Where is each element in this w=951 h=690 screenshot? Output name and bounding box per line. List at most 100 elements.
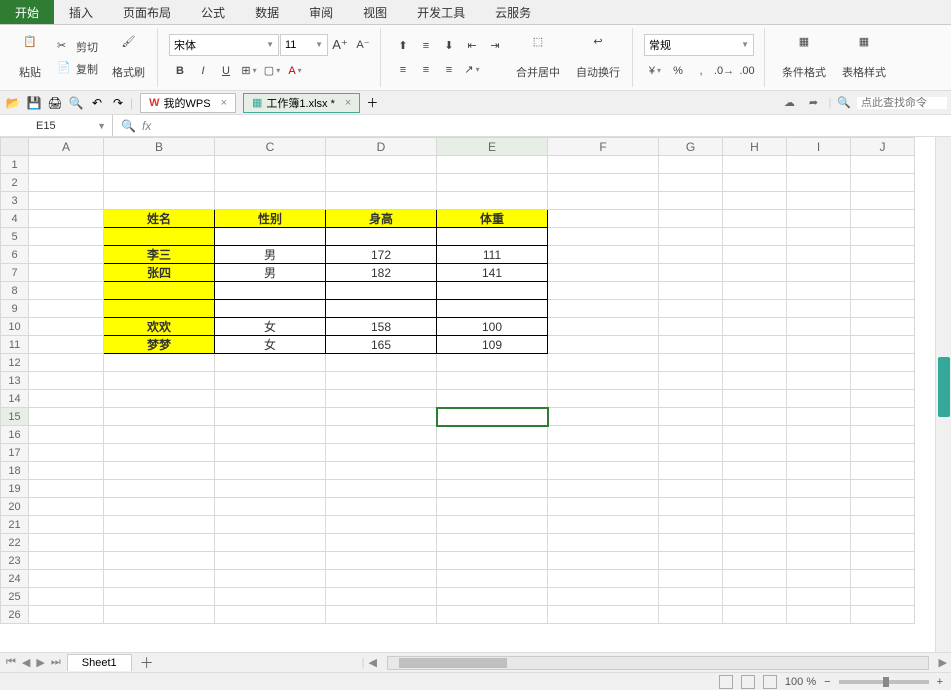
view-page-icon[interactable] [741,675,755,689]
tab-cloud[interactable]: 云服务 [480,0,546,24]
cell-A13[interactable] [29,372,104,390]
cell-H10[interactable] [723,318,787,336]
cell-A20[interactable] [29,498,104,516]
open-icon[interactable]: 📂 [4,94,22,112]
cell-C8[interactable] [215,282,326,300]
doc-tab-workbook[interactable]: ▦ 工作簿1.xlsx * × [243,93,360,113]
cell-J8[interactable] [851,282,915,300]
cell-F16[interactable] [548,426,659,444]
cell-B5[interactable] [104,228,215,246]
cell-C25[interactable] [215,588,326,606]
cell-D12[interactable] [326,354,437,372]
cell-I11[interactable] [787,336,851,354]
cell-I5[interactable] [787,228,851,246]
paste-button[interactable]: 📋 粘贴 [11,31,49,84]
cell-F25[interactable] [548,588,659,606]
formula-input[interactable] [159,115,951,136]
fx-icon[interactable]: fx [142,119,151,133]
cell-D4[interactable]: 身高 [326,210,437,228]
cell-H12[interactable] [723,354,787,372]
cell-E2[interactable] [437,174,548,192]
col-header-D[interactable]: D [326,138,437,156]
cell-H16[interactable] [723,426,787,444]
cell-I10[interactable] [787,318,851,336]
preview-icon[interactable]: 🔍 [67,94,85,112]
cell-J19[interactable] [851,480,915,498]
cell-E25[interactable] [437,588,548,606]
cell-B19[interactable] [104,480,215,498]
row-header-4[interactable]: 4 [1,210,29,228]
cell-B10[interactable]: 欢欢 [104,318,215,336]
sheet-next-icon[interactable]: ▶ [34,656,46,669]
cell-C18[interactable] [215,462,326,480]
decrease-font-button[interactable]: A⁻ [352,34,374,56]
cell-G25[interactable] [659,588,723,606]
select-all-corner[interactable] [1,138,29,156]
align-middle-button[interactable]: ≡ [415,35,437,57]
cell-A9[interactable] [29,300,104,318]
cell-E14[interactable] [437,390,548,408]
col-header-I[interactable]: I [787,138,851,156]
cell-B24[interactable] [104,570,215,588]
cell-I6[interactable] [787,246,851,264]
align-top-button[interactable]: ⬆ [392,35,414,57]
align-bottom-button[interactable]: ⬇ [438,35,460,57]
cell-H3[interactable] [723,192,787,210]
cell-J20[interactable] [851,498,915,516]
cell-J6[interactable] [851,246,915,264]
font-size-select[interactable]: 11▼ [280,34,328,56]
cell-E18[interactable] [437,462,548,480]
cell-G6[interactable] [659,246,723,264]
cell-J23[interactable] [851,552,915,570]
close-icon[interactable]: × [345,97,351,109]
cell-G16[interactable] [659,426,723,444]
cell-G8[interactable] [659,282,723,300]
cell-I17[interactable] [787,444,851,462]
cell-F9[interactable] [548,300,659,318]
cell-D24[interactable] [326,570,437,588]
zoom-in-button[interactable]: + [937,676,943,688]
tab-review[interactable]: 审阅 [294,0,348,24]
sheet-last-icon[interactable]: ⏭ [49,656,63,669]
cell-H26[interactable] [723,606,787,624]
cell-D18[interactable] [326,462,437,480]
cell-G20[interactable] [659,498,723,516]
cell-H25[interactable] [723,588,787,606]
cell-J14[interactable] [851,390,915,408]
cell-I22[interactable] [787,534,851,552]
cell-D1[interactable] [326,156,437,174]
cell-C23[interactable] [215,552,326,570]
cell-H23[interactable] [723,552,787,570]
cell-H11[interactable] [723,336,787,354]
cell-B26[interactable] [104,606,215,624]
cell-C20[interactable] [215,498,326,516]
view-break-icon[interactable] [763,675,777,689]
cell-E23[interactable] [437,552,548,570]
cell-G13[interactable] [659,372,723,390]
cell-I21[interactable] [787,516,851,534]
cell-I25[interactable] [787,588,851,606]
cell-D16[interactable] [326,426,437,444]
cell-F21[interactable] [548,516,659,534]
cell-J13[interactable] [851,372,915,390]
cell-C6[interactable]: 男 [215,246,326,264]
cut-button[interactable]: ✂剪切 [53,37,102,57]
row-header-13[interactable]: 13 [1,372,29,390]
cell-E19[interactable] [437,480,548,498]
cell-J22[interactable] [851,534,915,552]
col-header-C[interactable]: C [215,138,326,156]
cell-J2[interactable] [851,174,915,192]
cell-J25[interactable] [851,588,915,606]
increase-decimal-button[interactable]: .0→ [713,60,735,82]
cell-J21[interactable] [851,516,915,534]
cell-G23[interactable] [659,552,723,570]
cell-D23[interactable] [326,552,437,570]
cell-G1[interactable] [659,156,723,174]
cell-I16[interactable] [787,426,851,444]
horizontal-scrollbar[interactable] [387,656,929,670]
cell-D8[interactable] [326,282,437,300]
cell-D2[interactable] [326,174,437,192]
cell-B2[interactable] [104,174,215,192]
cell-B21[interactable] [104,516,215,534]
row-header-3[interactable]: 3 [1,192,29,210]
